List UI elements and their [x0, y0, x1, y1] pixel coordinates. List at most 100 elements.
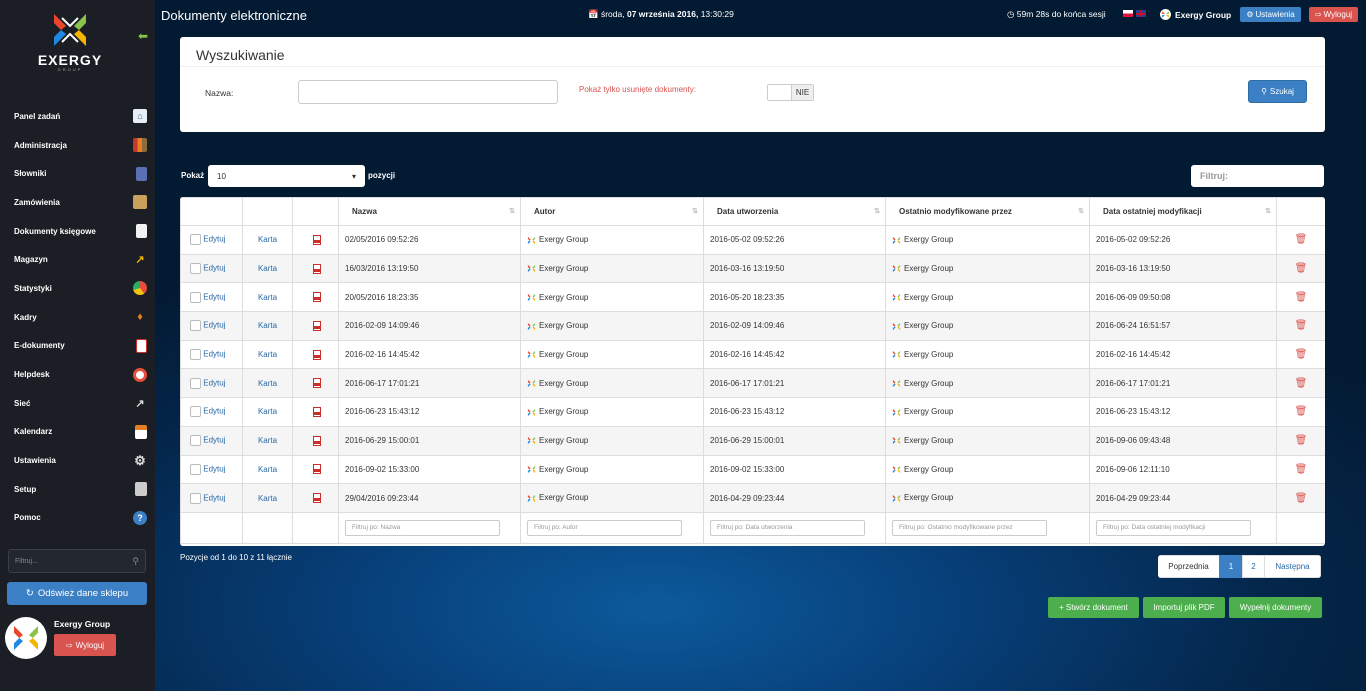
filter-name-input[interactable]: Filtruj po: Nazwa — [345, 519, 500, 536]
logo[interactable]: EXERGY GROUP — [30, 10, 110, 90]
deleted-only-toggle[interactable]: NIE — [767, 84, 814, 101]
pdf-icon[interactable] — [313, 493, 321, 504]
trash-icon[interactable]: 🗑 — [1283, 263, 1319, 274]
col-header-modified-by[interactable]: Ostatnio modyfikowane przez ⇅ — [885, 197, 1090, 226]
refresh-shop-button[interactable]: ↻ Odśwież dane sklepu — [7, 582, 147, 605]
edit-link[interactable]: Edytuj — [203, 464, 225, 473]
pdf-icon[interactable] — [313, 435, 321, 446]
trash-icon[interactable]: 🗑 — [1283, 435, 1319, 446]
pdf-icon[interactable] — [313, 378, 321, 389]
pagination-next[interactable]: Następna — [1264, 555, 1321, 578]
edit-link[interactable]: Edytuj — [203, 264, 225, 273]
card-link[interactable]: Karta — [258, 264, 277, 273]
edit-link[interactable]: Edytuj — [203, 350, 225, 359]
edit-link[interactable]: Edytuj — [203, 407, 225, 416]
pdf-icon[interactable] — [313, 406, 321, 417]
sidebar-item-siec[interactable]: Sieć ↗ — [0, 389, 155, 418]
row-checkbox[interactable] — [190, 406, 201, 418]
card-link[interactable]: Karta — [258, 350, 277, 359]
edit-link[interactable]: Edytuj — [203, 292, 225, 301]
trash-icon[interactable]: 🗑 — [1283, 406, 1319, 417]
sidebar-item-ustawienia[interactable]: Ustawienia ⚙ — [0, 446, 155, 475]
card-link[interactable]: Karta — [258, 436, 277, 445]
trash-icon[interactable]: 🗑 — [1283, 292, 1319, 303]
card-link[interactable]: Karta — [258, 465, 277, 474]
sidebar-item-statystyki[interactable]: Statystyki — [0, 274, 155, 303]
sidebar-item-administracja[interactable]: Administracja — [0, 131, 155, 160]
create-document-button[interactable]: + Stwórz dokument — [1048, 597, 1139, 618]
pdf-icon[interactable] — [313, 292, 321, 303]
col-header-created[interactable]: Data utworzenia ⇅ — [703, 197, 886, 226]
row-checkbox[interactable] — [190, 463, 201, 475]
import-pdf-button[interactable]: Importuj plik PDF — [1143, 597, 1225, 618]
row-checkbox[interactable] — [190, 320, 201, 332]
sidebar-item-e-dokumenty[interactable]: E-dokumenty — [0, 332, 155, 361]
edit-link[interactable]: Edytuj — [203, 378, 225, 387]
pdf-icon[interactable] — [313, 320, 321, 331]
sidebar-item-panel-zadan[interactable]: Panel zadań ⌂ — [0, 102, 155, 131]
col-header-modified[interactable]: Data ostatniej modyfikacji ⇅ — [1089, 197, 1277, 226]
trash-icon[interactable]: 🗑 — [1283, 320, 1319, 331]
sidebar-filter-input[interactable]: Filtruj... ⚲ — [8, 549, 146, 573]
trash-icon[interactable]: 🗑 — [1283, 234, 1319, 245]
topbar-user[interactable]: Exergy Group — [1160, 9, 1231, 20]
trash-icon[interactable]: 🗑 — [1283, 378, 1319, 389]
card-link[interactable]: Karta — [258, 293, 277, 302]
exergy-logo-icon — [527, 437, 536, 445]
flag-en-icon[interactable] — [1136, 10, 1146, 17]
filter-modified-by-input[interactable]: Filtruj po: Ostatnio modyfikowane przez — [892, 519, 1047, 536]
edit-link[interactable]: Edytuj — [203, 436, 225, 445]
sidebar-item-magazyn[interactable]: Magazyn ↗ — [0, 245, 155, 274]
col-header-name[interactable]: Nazwa ⇅ — [338, 197, 521, 226]
edit-link[interactable]: Edytuj — [203, 235, 225, 244]
sidebar-item-zamowienia[interactable]: Zamówienia — [0, 188, 155, 217]
trash-icon[interactable]: 🗑 — [1283, 349, 1319, 360]
row-checkbox[interactable] — [190, 349, 201, 361]
sidebar-item-pomoc[interactable]: Pomoc? — [0, 504, 155, 533]
sidebar-item-slowniki[interactable]: Słowniki — [0, 159, 155, 188]
row-checkbox[interactable] — [190, 435, 201, 447]
pdf-icon[interactable] — [313, 234, 321, 245]
row-checkbox[interactable] — [190, 291, 201, 303]
collapse-sidebar-icon[interactable]: ⬅ — [138, 30, 148, 42]
pagination-prev[interactable]: Poprzednia — [1158, 555, 1220, 578]
card-link[interactable]: Karta — [258, 235, 277, 244]
col-header-author[interactable]: Autor ⇅ — [520, 197, 704, 226]
table-filter-input[interactable]: Filtruj: — [1191, 165, 1324, 187]
settings-label: Ustawienia — [1255, 10, 1295, 19]
trash-icon[interactable]: 🗑 — [1283, 493, 1319, 504]
flag-pl-icon[interactable] — [1123, 10, 1133, 17]
edit-link[interactable]: Edytuj — [203, 321, 225, 330]
card-link[interactable]: Karta — [258, 494, 277, 503]
card-link[interactable]: Karta — [258, 407, 277, 416]
pdf-icon[interactable] — [313, 349, 321, 360]
filter-modified-input[interactable]: Filtruj po: Data ostatniej modyfikacji — [1096, 519, 1251, 536]
card-link[interactable]: Karta — [258, 321, 277, 330]
exergy-logo-icon — [527, 494, 536, 502]
settings-button[interactable]: ⚙ Ustawienia — [1240, 7, 1301, 22]
pdf-icon[interactable] — [313, 263, 321, 274]
sidebar-logout-button[interactable]: ⇨ Wyloguj — [54, 634, 116, 656]
row-checkbox[interactable] — [190, 492, 201, 504]
search-button[interactable]: ⚲ Szukaj — [1248, 80, 1307, 103]
filter-author-input[interactable]: Filtruj po: Autor — [527, 519, 682, 536]
sidebar-item-dokumenty-ksiegowe[interactable]: Dokumenty księgowe — [0, 217, 155, 246]
filter-created-input[interactable]: Filtruj po: Data utworzenia — [710, 519, 865, 536]
edit-link[interactable]: Edytuj — [203, 493, 225, 502]
sidebar-item-setup[interactable]: Setup — [0, 475, 155, 504]
sidebar-item-kadry[interactable]: Kadry ♦ — [0, 303, 155, 332]
name-input[interactable] — [298, 80, 558, 104]
fill-documents-button[interactable]: Wypełnij dokumenty — [1229, 597, 1322, 618]
row-checkbox[interactable] — [190, 234, 201, 246]
sidebar-item-kalendarz[interactable]: Kalendarz — [0, 418, 155, 447]
pagination-page-2[interactable]: 2 — [1242, 555, 1265, 578]
card-link[interactable]: Karta — [258, 379, 277, 388]
sidebar-item-helpdesk[interactable]: Helpdesk — [0, 360, 155, 389]
page-size-select[interactable]: 10 ▾ — [208, 165, 365, 187]
row-checkbox[interactable] — [190, 263, 201, 275]
pdf-icon[interactable] — [313, 464, 321, 475]
logout-button[interactable]: ⇨ Wyloguj — [1309, 7, 1358, 22]
pagination-page-1[interactable]: 1 — [1219, 555, 1243, 578]
row-checkbox[interactable] — [190, 377, 201, 389]
trash-icon[interactable]: 🗑 — [1283, 464, 1319, 475]
